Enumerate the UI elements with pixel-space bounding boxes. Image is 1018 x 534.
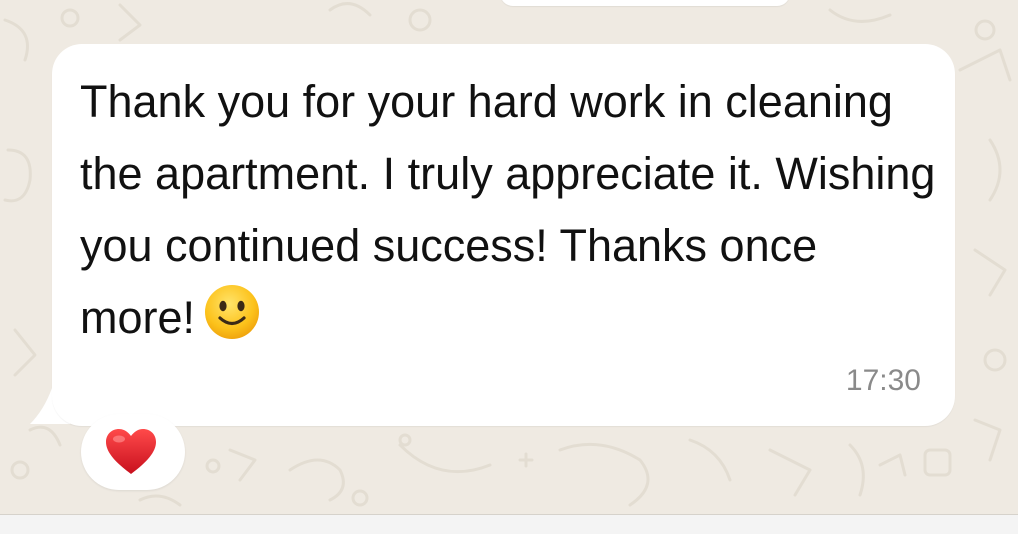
reaction-badge[interactable] <box>81 414 185 490</box>
incoming-message-bubble[interactable]: Thank you for your hard work in cleaning… <box>52 44 955 426</box>
slightly-smiling-face-icon <box>205 285 260 339</box>
previous-message-edge <box>500 0 790 6</box>
red-heart-icon <box>106 429 156 474</box>
message-body: Thank you for your hard work in cleaning… <box>80 66 940 354</box>
message-timestamp: 17:30 <box>845 364 921 397</box>
bottom-input-bar-edge <box>0 514 1018 534</box>
